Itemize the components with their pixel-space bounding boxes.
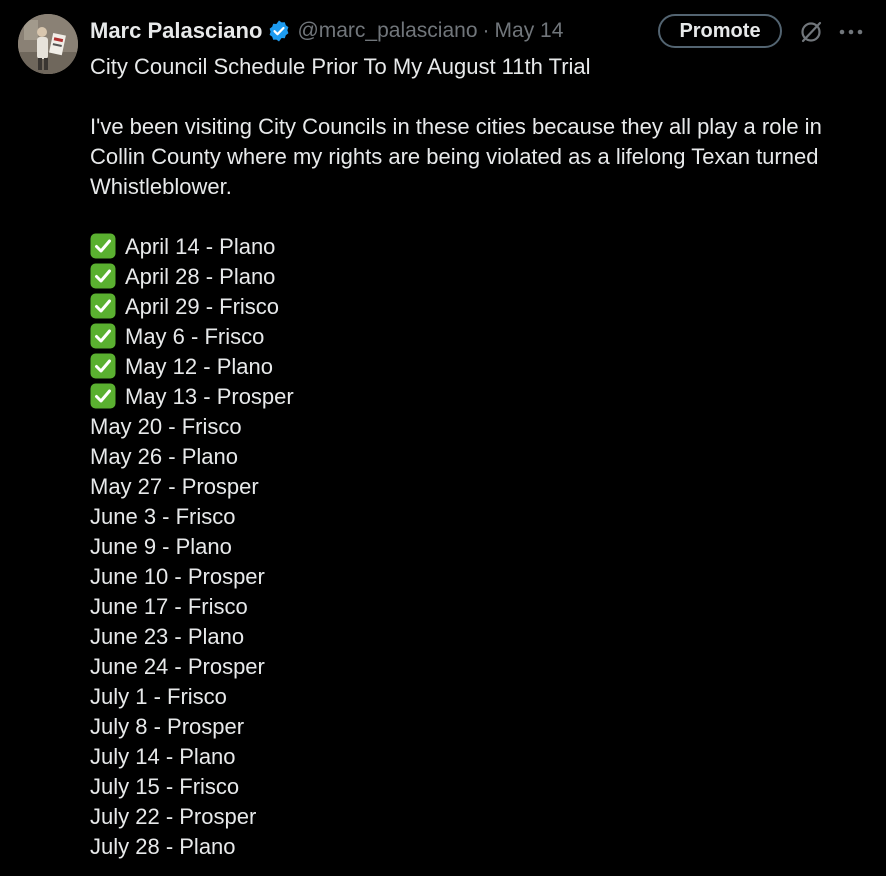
post-date[interactable]: May 14 xyxy=(495,19,564,43)
schedule-item: June 24 - Prosper xyxy=(90,652,870,682)
tweet-header: Marc Palasciano @marc_palasciano · May 1… xyxy=(90,14,563,48)
schedule-item-text: April 14 - Plano xyxy=(125,234,276,259)
schedule-item-text: April 28 - Plano xyxy=(125,264,276,289)
schedule-item: May 27 - Prosper xyxy=(90,472,870,502)
schedule-item-text: June 10 - Prosper xyxy=(90,564,265,589)
schedule-item-text: June 9 - Plano xyxy=(90,534,232,559)
schedule-item-text: July 14 - Plano xyxy=(90,744,236,769)
schedule-item: June 10 - Prosper xyxy=(90,562,870,592)
schedule-item: May 26 - Plano xyxy=(90,442,870,472)
schedule-item: May 6 - Frisco xyxy=(90,322,870,352)
schedule-item: July 14 - Plano xyxy=(90,742,870,772)
more-options-icon[interactable] xyxy=(838,20,864,44)
tweet-title: City Council Schedule Prior To My August… xyxy=(90,54,591,79)
schedule-item: July 22 - Prosper xyxy=(90,802,870,832)
schedule-item-text: May 12 - Plano xyxy=(125,354,273,379)
schedule-item: May 12 - Plano xyxy=(90,352,870,382)
schedule-item: April 14 - Plano xyxy=(90,232,870,262)
schedule-item-text: June 24 - Prosper xyxy=(90,654,265,679)
schedule-item-text: June 17 - Frisco xyxy=(90,594,248,619)
intro-line: Collin County where my rights are being … xyxy=(90,144,819,169)
promote-button[interactable]: Promote xyxy=(658,14,782,48)
schedule-item: July 8 - Prosper xyxy=(90,712,870,742)
check-mark-icon xyxy=(90,383,116,409)
schedule-item-text: July 22 - Prosper xyxy=(90,804,257,829)
schedule-item-text: July 15 - Frisco xyxy=(90,774,240,799)
schedule-item: July 28 - Plano xyxy=(90,832,870,862)
schedule-item-text: July 28 - Plano xyxy=(90,834,236,859)
profile-photo-avatar xyxy=(18,14,78,74)
schedule-item: May 20 - Frisco xyxy=(90,412,870,442)
schedule-item: July 15 - Frisco xyxy=(90,772,870,802)
schedule-item-text: May 13 - Prosper xyxy=(125,384,294,409)
schedule-item: April 28 - Plano xyxy=(90,262,870,292)
schedule-item: April 29 - Frisco xyxy=(90,292,870,322)
schedule-item-text: May 20 - Frisco xyxy=(90,414,242,439)
schedule-item: June 9 - Plano xyxy=(90,532,870,562)
schedule-item: June 3 - Frisco xyxy=(90,502,870,532)
avatar[interactable] xyxy=(18,14,78,74)
schedule-item-text: June 23 - Plano xyxy=(90,624,245,649)
check-mark-icon xyxy=(90,293,116,319)
author-display-name[interactable]: Marc Palasciano xyxy=(90,18,262,44)
schedule-item-text: May 26 - Plano xyxy=(90,444,238,469)
schedule-item-text: July 1 - Frisco xyxy=(90,684,227,709)
grok-icon[interactable] xyxy=(798,19,824,45)
schedule-item: June 23 - Plano xyxy=(90,622,870,652)
check-mark-icon xyxy=(90,233,116,259)
schedule-item: May 13 - Prosper xyxy=(90,382,870,412)
separator-dot: · xyxy=(482,19,490,42)
schedule-item: July 1 - Frisco xyxy=(90,682,870,712)
check-mark-icon xyxy=(90,323,116,349)
author-handle[interactable]: @marc_palasciano xyxy=(297,19,477,43)
intro-line: I've been visiting City Councils in thes… xyxy=(90,114,822,139)
schedule-item-text: July 8 - Prosper xyxy=(90,714,245,739)
verified-badge-icon[interactable] xyxy=(267,19,291,43)
intro-line: Whistleblower. xyxy=(90,174,232,199)
tweet-text: City Council Schedule Prior To My August… xyxy=(90,52,870,862)
schedule-item-text: June 3 - Frisco xyxy=(90,504,236,529)
schedule-item-text: May 27 - Prosper xyxy=(90,474,259,499)
check-mark-icon xyxy=(90,353,116,379)
check-mark-icon xyxy=(90,263,116,289)
schedule-list: April 14 - Plano April 28 - Plano April 29… xyxy=(90,232,870,862)
schedule-item-text: May 6 - Frisco xyxy=(125,324,265,349)
schedule-item: June 17 - Frisco xyxy=(90,592,870,622)
schedule-item-text: April 29 - Frisco xyxy=(125,294,280,319)
